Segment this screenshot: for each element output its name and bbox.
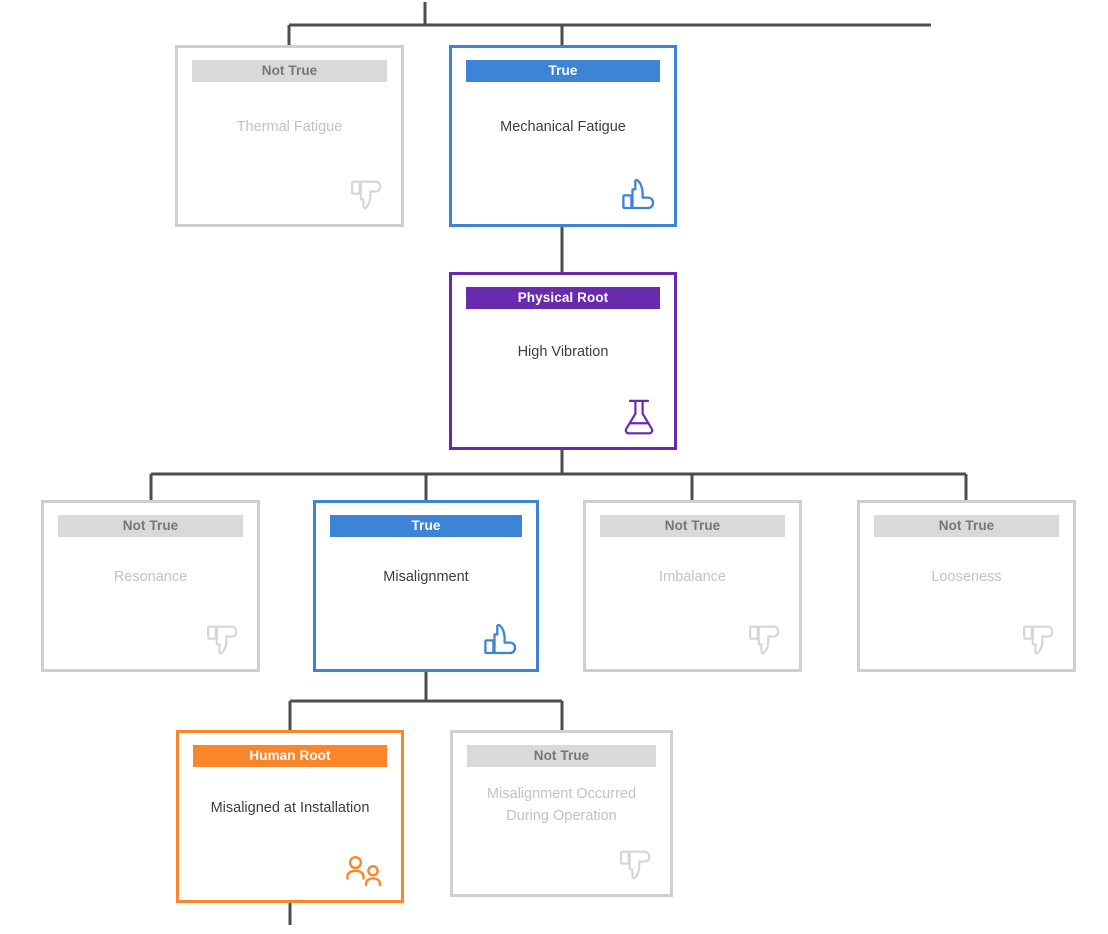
node-body-resonance: Resonance [58,537,243,617]
node-header-mechanical-fatigue: True [466,60,660,82]
node-header-thermal-fatigue: Not True [192,60,387,82]
people-icon[interactable] [343,854,385,890]
thumbs-up-icon[interactable] [618,174,658,214]
node-footer-high-vibration [466,395,660,437]
node-label-misalignment: Misalignment [383,569,469,585]
node-header-looseness: Not True [874,515,1059,537]
node-header-imbalance: Not True [600,515,785,537]
node-body-misaligned-at-installation: Misaligned at Installation [193,767,387,848]
node-misaligned-at-installation[interactable]: Human Root Misaligned at Installation [176,730,404,903]
node-imbalance[interactable]: Not True Imbalance [583,500,802,672]
node-header-misalignment: True [330,515,522,537]
node-header-misaligned-at-installation: Human Root [193,745,387,767]
node-footer-looseness [874,617,1059,659]
node-resonance[interactable]: Not True Resonance [41,500,260,672]
node-label-misaligned-at-installation: Misaligned at Installation [210,799,370,816]
node-body-misalignment: Misalignment [330,537,522,617]
node-footer-misaligned-at-installation [193,848,387,890]
thumbs-up-icon[interactable] [480,619,520,659]
node-header-misalignment-during-operation: Not True [467,745,656,767]
node-footer-misalignment-during-operation [467,842,656,884]
node-footer-imbalance [600,617,785,659]
node-label-high-vibration: High Vibration [517,344,609,360]
thumbs-down-icon[interactable] [203,621,241,659]
node-header-resonance: Not True [58,515,243,537]
node-label-misalignment-during-operation: Misalignment Occurred During Operation [486,785,637,824]
node-label-thermal-fatigue: Thermal Fatigue [236,119,343,135]
node-thermal-fatigue[interactable]: Not True Thermal Fatigue [175,45,404,227]
node-footer-misalignment [330,617,522,659]
node-looseness[interactable]: Not True Looseness [857,500,1076,672]
node-label-resonance: Resonance [113,569,188,585]
node-footer-thermal-fatigue [192,172,387,214]
node-label-mechanical-fatigue: Mechanical Fatigue [500,119,626,135]
node-body-misalignment-during-operation: Misalignment Occurred During Operation [467,767,656,842]
node-body-imbalance: Imbalance [600,537,785,617]
node-body-high-vibration: High Vibration [466,309,660,395]
thumbs-down-icon[interactable] [347,176,385,214]
node-misalignment[interactable]: True Misalignment [313,500,539,672]
node-footer-mechanical-fatigue [466,172,660,214]
node-misalignment-during-operation[interactable]: Not True Misalignment Occurred During Op… [450,730,673,897]
node-mechanical-fatigue[interactable]: True Mechanical Fatigue [449,45,677,227]
node-body-thermal-fatigue: Thermal Fatigue [192,82,387,172]
thumbs-down-icon[interactable] [616,846,654,884]
node-footer-resonance [58,617,243,659]
thumbs-down-icon[interactable] [1019,621,1057,659]
node-header-high-vibration: Physical Root [466,287,660,309]
node-high-vibration[interactable]: Physical Root High Vibration [449,272,677,450]
node-body-looseness: Looseness [874,537,1059,617]
node-label-imbalance: Imbalance [659,569,726,585]
node-body-mechanical-fatigue: Mechanical Fatigue [466,82,660,172]
node-label-looseness: Looseness [931,569,1002,585]
flask-icon[interactable] [620,397,658,437]
thumbs-down-icon[interactable] [745,621,783,659]
rca-tree-canvas: Not True Thermal Fatigue True Mechanical… [0,0,1108,934]
